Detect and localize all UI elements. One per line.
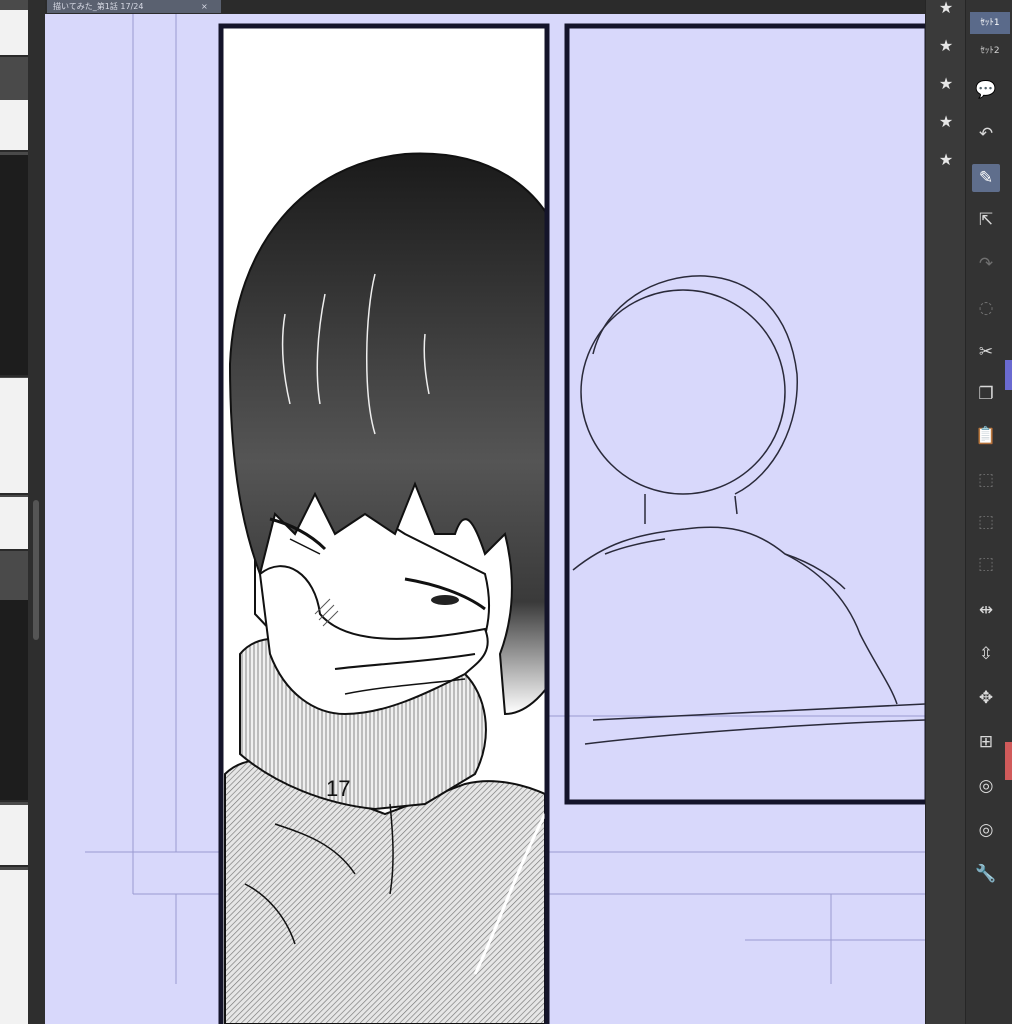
thumbnail-scrollbar[interactable] bbox=[28, 0, 45, 1024]
material-folder-1-icon[interactable]: ★ bbox=[934, 0, 958, 20]
pen-tool-icon[interactable]: ✎ bbox=[972, 164, 1000, 192]
document-tab-bar: 描いてみた_第1話 17/24 × bbox=[45, 0, 925, 14]
material-folder-5-icon[interactable]: ★ bbox=[934, 148, 958, 172]
close-tab-icon[interactable]: × bbox=[201, 0, 208, 13]
copy-icon[interactable]: ❐ bbox=[972, 380, 1000, 408]
transform-icon[interactable]: ⬚ bbox=[972, 550, 1000, 578]
page-thumbnail[interactable] bbox=[0, 100, 28, 152]
page-thumbnail-strip[interactable] bbox=[0, 0, 28, 1024]
page-thumbnail[interactable] bbox=[0, 378, 28, 495]
new-layer-icon[interactable]: ⊞ bbox=[972, 728, 1000, 756]
document-tab[interactable]: 描いてみた_第1話 17/24 bbox=[47, 0, 221, 13]
layer-property-1-icon[interactable]: ◎ bbox=[972, 772, 1000, 800]
page-thumbnail[interactable] bbox=[0, 870, 28, 1024]
speech-balloon-icon[interactable]: 💬 bbox=[972, 76, 1000, 104]
rotate-canvas-icon[interactable]: ✥ bbox=[972, 684, 1000, 712]
page-thumbnail[interactable] bbox=[0, 155, 28, 377]
flip-vertical-icon[interactable]: ⇳ bbox=[972, 640, 1000, 668]
crop-icon[interactable]: ⬚ bbox=[972, 508, 1000, 536]
redo-icon[interactable]: ↷ bbox=[972, 250, 1000, 278]
character-artwork bbox=[224, 152, 545, 1024]
material-palette: ★ ★ ★ ★ ★ bbox=[925, 0, 966, 1024]
material-folder-4-icon[interactable]: ★ bbox=[934, 110, 958, 134]
page-number: 17 bbox=[326, 776, 351, 801]
lasso-icon[interactable]: ◌ bbox=[972, 294, 1000, 322]
page-thumbnail[interactable] bbox=[0, 600, 28, 802]
layer-property-2-icon[interactable]: ◎ bbox=[972, 816, 1000, 844]
sketch-figure bbox=[572, 275, 925, 745]
scrollbar-thumb[interactable] bbox=[33, 500, 39, 640]
drawing-canvas[interactable]: 17 bbox=[45, 14, 925, 1024]
paste-icon[interactable]: 📋 bbox=[972, 422, 1000, 450]
flip-horizontal-icon[interactable]: ⇹ bbox=[972, 596, 1000, 624]
manga-page-artwork bbox=[85, 14, 925, 1024]
scroll-indicator-alert bbox=[1005, 742, 1012, 780]
tab-set-2[interactable]: ｾｯﾄ2 bbox=[970, 40, 1010, 62]
settings-wrench-icon[interactable]: 🔧 bbox=[972, 860, 1000, 888]
command-bar: ｾｯﾄ1 ｾｯﾄ2 💬 ↶ ✎ ⇱ ↷ ◌ ✂ ❐ 📋 ⬚ ⬚ ⬚ ⇹ ⇳ ✥ … bbox=[965, 0, 1012, 1024]
panel-right bbox=[564, 23, 925, 805]
undo-icon[interactable]: ↶ bbox=[972, 120, 1000, 148]
cut-icon[interactable]: ✂ bbox=[972, 338, 1000, 366]
material-folder-3-icon[interactable]: ★ bbox=[934, 72, 958, 96]
page-thumbnail[interactable] bbox=[0, 497, 28, 551]
select-move-icon[interactable]: ⇱ bbox=[972, 206, 1000, 234]
page-thumbnail[interactable] bbox=[0, 10, 28, 57]
page-thumbnail[interactable] bbox=[0, 805, 28, 867]
scroll-indicator bbox=[1005, 360, 1012, 390]
tab-set-1[interactable]: ｾｯﾄ1 bbox=[970, 12, 1010, 34]
clear-selection-icon[interactable]: ⬚ bbox=[972, 466, 1000, 494]
material-folder-2-icon[interactable]: ★ bbox=[934, 34, 958, 58]
